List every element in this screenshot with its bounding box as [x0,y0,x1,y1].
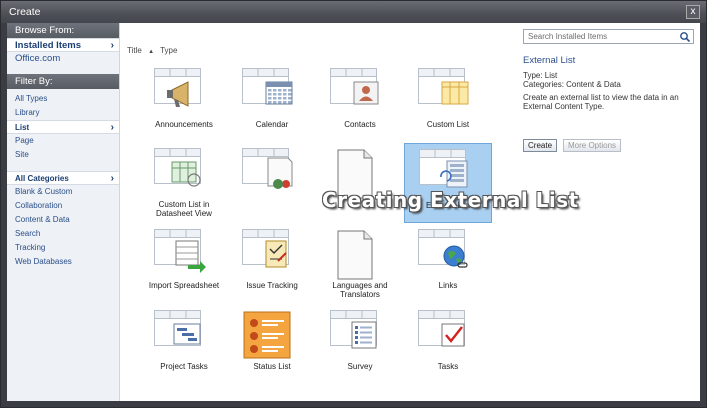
template-tile-label: Announcements [155,120,213,129]
template-tile[interactable]: Import Spreadsheet [140,224,228,304]
contact-card-icon [330,68,379,105]
data-source-list-icon [242,148,293,189]
template-tile-label: Tasks [437,362,459,371]
template-tile[interactable]: Status List [228,305,316,385]
filter-library[interactable]: Library [7,106,119,120]
filter-page[interactable]: Page [7,134,119,148]
sort-ascending-icon: ▲ [148,49,155,55]
gantt-icon [154,310,201,346]
browse-installed-items[interactable]: Installed Items › [7,38,119,52]
create-button[interactable]: Create [523,139,558,152]
template-tile[interactable]: Project Tasks [140,305,228,385]
dialog-content: Browse From: Installed Items › Office.co… [7,23,700,401]
category-blank-custom-label: Blank & Custom [15,187,73,196]
filter-sidebar: Browse From: Installed Items › Office.co… [7,23,120,401]
details-panel: Search Installed Items External List Typ… [517,23,700,401]
filter-site-label: Site [15,150,29,159]
dialog-titlebar: Create x [1,1,706,23]
template-tile-label: Calendar [255,120,289,129]
browse-office-com[interactable]: Office.com [7,52,119,66]
template-tile-label: Status List [253,362,291,371]
filter-library-label: Library [15,108,40,117]
custom-list-icon [418,68,469,105]
category-tracking-label: Tracking [15,243,46,252]
template-tile[interactable]: Contacts [316,63,404,143]
category-collaboration-label: Collaboration [15,201,63,210]
template-tile-label: Languages and Translators [332,281,388,299]
category-web-databases-label: Web Databases [15,257,72,266]
category-web-databases[interactable]: Web Databases [7,255,119,269]
template-tile-label: Import Spreadsheet [148,281,220,290]
template-tile-label: Contacts [344,120,376,129]
megaphone-icon [154,68,201,107]
template-tile-label: Custom List [426,120,470,129]
search-input[interactable]: Search Installed Items [523,29,694,44]
detail-categories: Categories: Content & Data [523,80,621,89]
template-tile[interactable]: Tasks [404,305,492,385]
filter-all-types-label: All Types [15,94,48,103]
globe-link-icon [418,229,468,268]
status-list-icon [243,311,291,359]
dialog-title: Create [9,6,41,18]
chevron-right-icon: › [110,173,114,184]
datasheet-icon [154,148,201,187]
category-blank-custom[interactable]: Blank & Custom [7,185,119,199]
create-dialog: Create x Browse From: Installed Items › … [0,0,707,408]
filter-list[interactable]: List › [7,120,119,134]
template-tile[interactable]: Announcements [140,63,228,143]
category-collaboration[interactable]: Collaboration [7,199,119,213]
browse-office-com-label: Office.com [15,53,61,64]
more-options-button[interactable]: More Options [563,139,622,152]
detail-type: Type: List [523,71,558,80]
template-gallery: Title ▲ Type Announcements Calendar Contac… [120,23,578,401]
sort-by-type[interactable]: Type [160,46,177,55]
document-icon [337,230,373,280]
filter-list-label: List [15,123,30,132]
template-tile[interactable]: Custom List [404,63,492,143]
template-tile[interactable]: Languages and Translators [316,224,404,304]
template-tile-label: Project Tasks [160,362,208,371]
browse-from-header: Browse From: [7,23,119,38]
survey-icon [330,310,377,349]
category-content-data-label: Content & Data [15,215,70,224]
close-button[interactable]: x [686,5,700,19]
template-tile[interactable]: Links [404,224,492,304]
category-tracking[interactable]: Tracking [7,241,119,255]
category-all-label: All Categories [15,174,69,183]
issue-tracking-icon [242,229,289,268]
browse-installed-items-label: Installed Items [15,40,81,51]
template-tile-label: Custom List in Datasheet View [156,200,212,218]
template-tile[interactable]: Custom List in Datasheet View [140,143,228,223]
sort-by-title[interactable]: Title [127,46,142,55]
category-search[interactable]: Search [7,227,119,241]
filter-site[interactable]: Site [7,148,119,162]
task-check-icon [418,310,465,347]
template-tile[interactable]: Issue Tracking [228,224,316,304]
search-icon[interactable] [679,31,691,43]
sort-bar: Title ▲ Type [127,46,181,55]
template-tile[interactable]: Survey [316,305,404,385]
detail-title: External List [523,55,576,66]
template-tile-label: Issue Tracking [246,281,298,290]
search-placeholder: Search Installed Items [528,32,608,41]
calendar-icon [242,68,293,105]
category-search-label: Search [15,229,41,238]
chevron-right-icon: › [110,122,114,133]
detail-description: Create an external list to view the data… [523,93,679,111]
close-icon: x [690,6,696,17]
filter-all-types[interactable]: All Types [7,92,119,106]
chevron-right-icon: › [110,40,114,51]
category-content-data[interactable]: Content & Data [7,213,119,227]
filter-page-label: Page [15,136,34,145]
template-tile[interactable] [228,143,316,223]
template-tile[interactable]: Calendar [228,63,316,143]
category-all[interactable]: All Categories › [7,171,119,185]
template-tile-label: Links [438,281,458,290]
import-spreadsheet-icon [154,229,206,273]
template-tile-label: Survey [347,362,373,371]
filter-by-header: Filter By: [7,74,119,89]
